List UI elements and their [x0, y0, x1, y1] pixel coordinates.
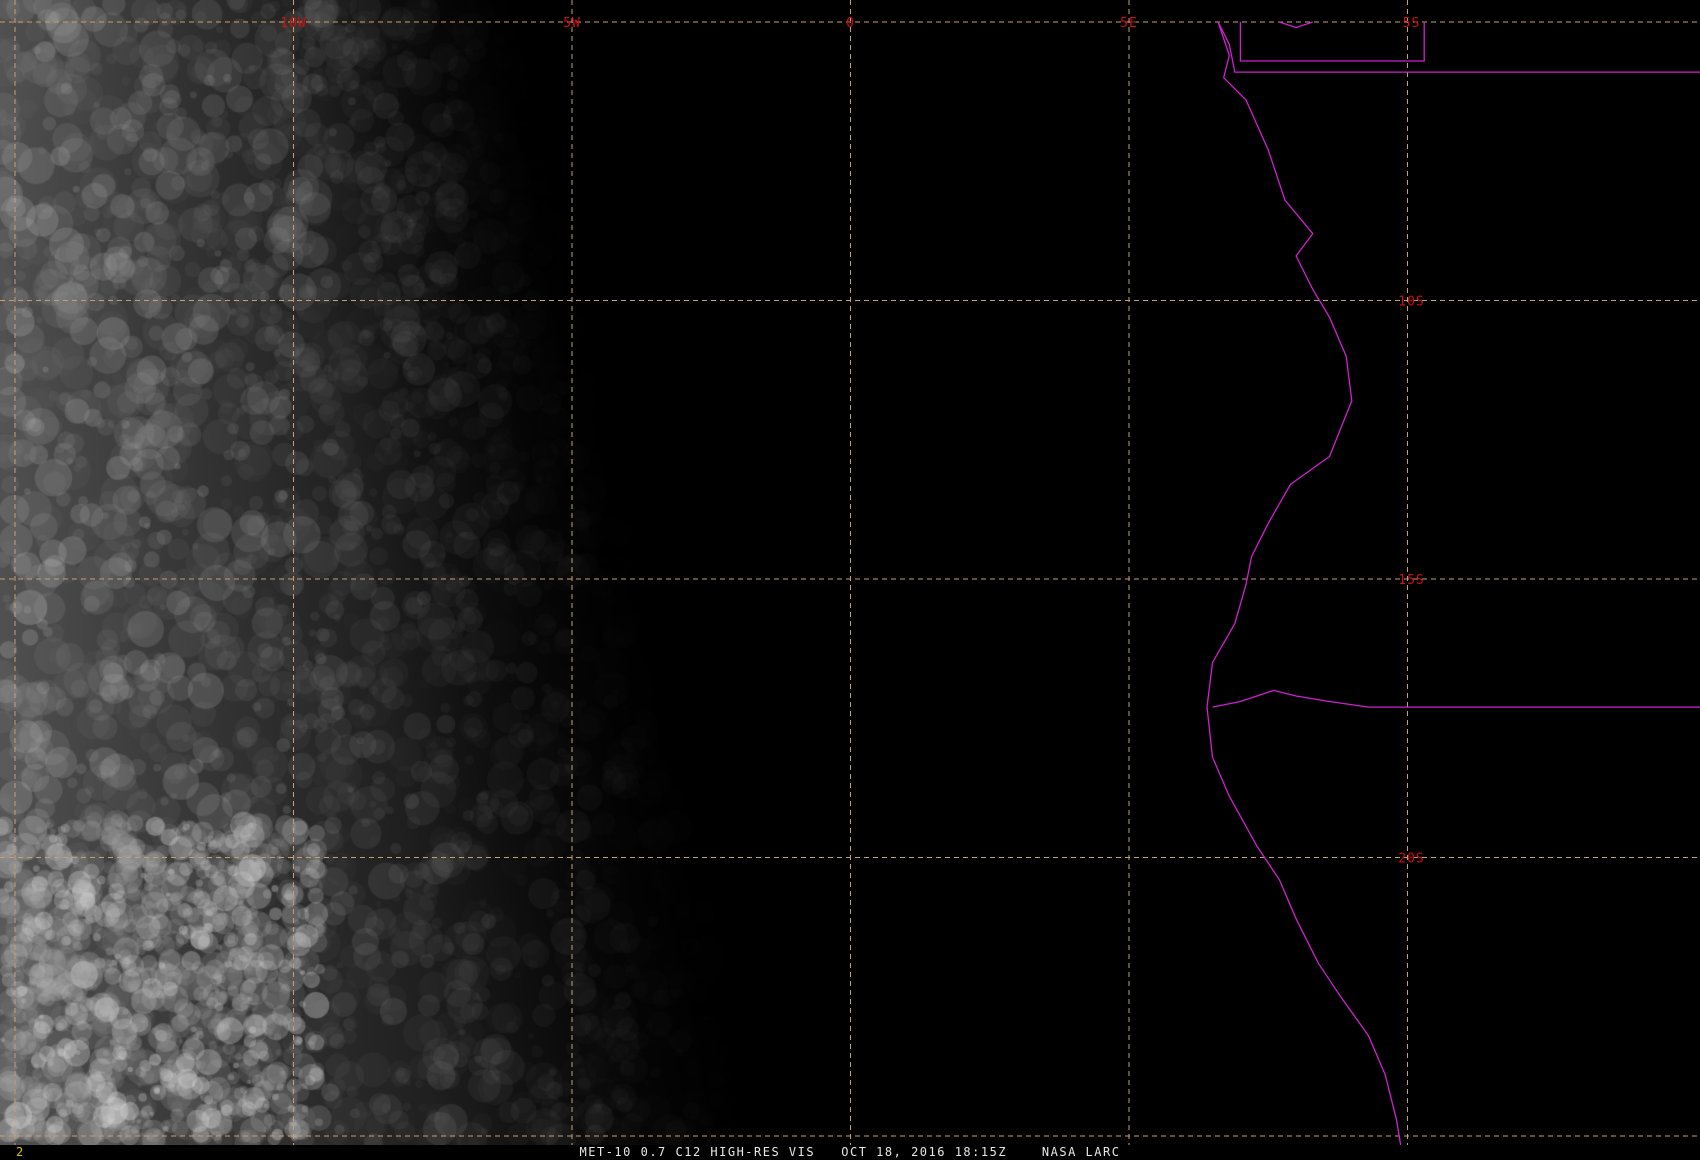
longitude-label: 0: [846, 16, 855, 31]
latitude-label: 5S: [1403, 16, 1421, 31]
graticule: [0, 0, 1700, 1145]
latitude-label: 10S: [1398, 295, 1424, 310]
drc-border-line: [1279, 21, 1314, 29]
longitude-label: 5W: [563, 16, 581, 31]
latitude-label: 20S: [1398, 852, 1424, 867]
latitude-label: 15S: [1398, 573, 1424, 588]
north-border-cabinda-line: [1217, 21, 1700, 73]
longitude-label: 5E: [1120, 16, 1138, 31]
coastline-borders: [1206, 21, 1700, 1145]
image-caption: MET-10 0.7 C12 HIGH-RES VIS OCT 18, 2016…: [579, 1145, 1121, 1159]
longitude-label: 10W: [280, 16, 306, 31]
namibia-border-line: [1212, 689, 1700, 708]
map-overlay: 10W 5W 0 5E 5S 10S 15S 20S: [0, 0, 1700, 1145]
satellite-image-frame: 10W 5W 0 5E 5S 10S 15S 20S 2 MET-10 0.7 C12 HIG…: [0, 0, 1700, 1160]
cabinda-box-line: [1239, 22, 1425, 62]
coast-line: [1206, 21, 1402, 1145]
